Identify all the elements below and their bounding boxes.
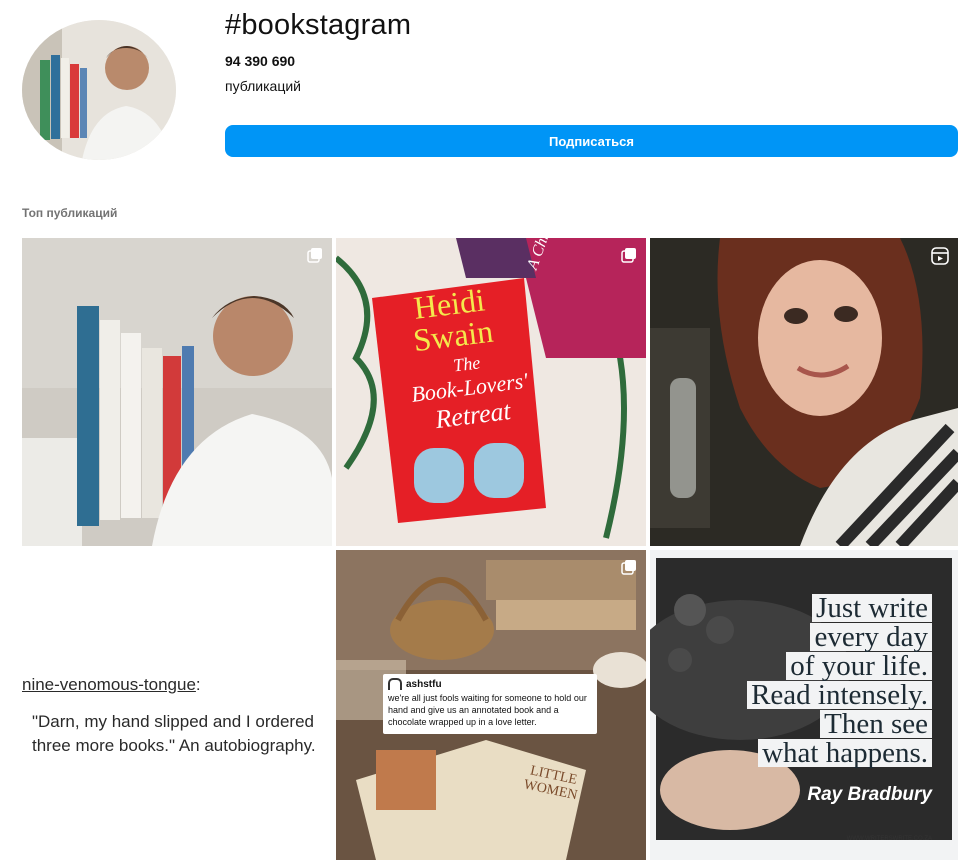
quote-line-3: of your life. bbox=[786, 652, 932, 681]
follow-button[interactable]: Подписаться bbox=[225, 125, 958, 157]
quote-line-5: Then see bbox=[820, 710, 932, 739]
reel-icon bbox=[931, 247, 949, 265]
handle-link: nine-venomous-tongue bbox=[22, 675, 196, 694]
quote-line-2: every day bbox=[810, 623, 932, 652]
quote-line-4: Read intensely. bbox=[747, 681, 932, 710]
site-credit: WWW.WRITERSWRITE.CO.ZA bbox=[846, 836, 932, 842]
carousel-icon bbox=[621, 247, 637, 263]
hashtag-avatar bbox=[22, 20, 176, 160]
overlay-text: we're all just fools waiting for someone… bbox=[388, 693, 587, 727]
quote-line-1: Just write bbox=[812, 594, 932, 623]
text-post-handle: nine-venomous-tongue: bbox=[22, 675, 201, 694]
quote-line-6: what happens. bbox=[758, 739, 932, 768]
post-tile-4[interactable] bbox=[22, 550, 332, 860]
headphones-icon bbox=[388, 678, 402, 690]
post-count: 94 390 690 bbox=[225, 53, 296, 69]
carousel-icon bbox=[307, 247, 323, 263]
post-tile-2[interactable]: Heidi Swain The Book-Lovers' Retreat A C… bbox=[336, 238, 646, 546]
quote-author: Ray Bradbury bbox=[807, 784, 932, 805]
quote-card: ashstfu we're all just fools waiting for… bbox=[383, 674, 597, 734]
book-author: Heidi Swain bbox=[411, 281, 495, 359]
post-tile-3[interactable] bbox=[650, 238, 958, 546]
quote-block: Just write every day of your life. Read … bbox=[710, 594, 932, 768]
top-posts-heading: Топ публикаций bbox=[22, 206, 118, 220]
post-tile-5[interactable]: ashstfu we're all just fools waiting for… bbox=[336, 550, 646, 860]
overlay-username: ashstfu bbox=[406, 678, 442, 690]
hashtag-title: #bookstagram bbox=[225, 9, 412, 41]
text-post-quote: "Darn, my hand slipped and I ordered thr… bbox=[32, 712, 316, 755]
post-count-label: публикаций bbox=[225, 78, 301, 94]
carousel-icon bbox=[621, 559, 637, 575]
post-tile-1[interactable] bbox=[22, 238, 332, 546]
post-tile-6[interactable]: Just write every day of your life. Read … bbox=[650, 550, 958, 860]
